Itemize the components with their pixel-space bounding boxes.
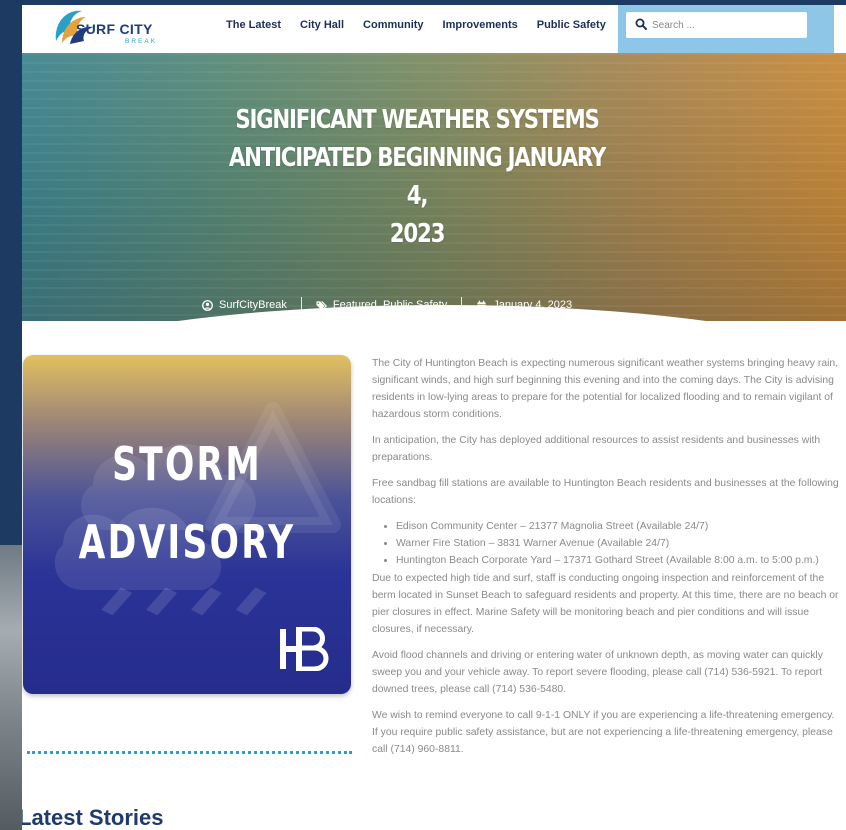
advisory-line-2: ADVISORY bbox=[78, 515, 296, 569]
logo-wordmark: SURF CITY bbox=[76, 21, 153, 37]
advisory-line-1: STORM bbox=[112, 437, 262, 491]
site-header: SURF CITY BREAK The Latest City Hall Com… bbox=[22, 5, 846, 53]
logo-subtext: BREAK bbox=[125, 38, 158, 45]
list-item: Huntington Beach Corporate Yard – 17371 … bbox=[396, 552, 842, 569]
nav-city-hall[interactable]: City Hall bbox=[300, 19, 344, 31]
post-title-line-2: ANTICIPATED BEGINNING JANUARY 4, bbox=[228, 143, 606, 211]
featured-image-storm-advisory: STORM ADVISORY bbox=[23, 355, 351, 694]
background-photo-strip bbox=[0, 545, 22, 830]
post-author[interactable]: SurfCityBreak bbox=[202, 299, 287, 311]
user-circle-icon bbox=[202, 299, 213, 311]
nav-the-latest[interactable]: The Latest bbox=[226, 19, 281, 31]
article-paragraph: We wish to remind everyone to call 9-1-1… bbox=[372, 710, 835, 755]
hero-banner: SIGNIFICANT WEATHER SYSTEMS ANTICIPATED … bbox=[22, 53, 846, 321]
list-item: Edison Community Center – 21377 Magnolia… bbox=[396, 518, 842, 535]
post-author-name: SurfCityBreak bbox=[219, 299, 287, 311]
article-body: The City of Huntington Beach is expectin… bbox=[372, 355, 842, 767]
search-box bbox=[626, 12, 807, 38]
list-item: Warner Fire Station – 3831 Warner Avenue… bbox=[396, 535, 842, 552]
sandbag-locations-list: Edison Community Center – 21377 Magnolia… bbox=[396, 518, 842, 569]
post-title-line-1: SIGNIFICANT WEATHER SYSTEMS bbox=[235, 105, 600, 135]
article-paragraph: The City of Huntington Beach is expectin… bbox=[372, 358, 839, 420]
section-divider bbox=[27, 751, 352, 754]
search-bar bbox=[618, 5, 834, 53]
article-paragraph: Avoid flood channels and driving or ente… bbox=[372, 650, 823, 695]
latest-stories-heading: Latest Stories bbox=[22, 805, 164, 830]
article-paragraph: In anticipation, the City has deployed a… bbox=[372, 435, 821, 463]
nav-public-safety[interactable]: Public Safety bbox=[537, 19, 606, 31]
search-icon[interactable] bbox=[635, 18, 647, 30]
main-nav: The Latest City Hall Community Improveme… bbox=[226, 19, 625, 31]
search-input[interactable] bbox=[652, 15, 802, 35]
nav-community[interactable]: Community bbox=[363, 19, 424, 31]
page: SURF CITY BREAK The Latest City Hall Com… bbox=[22, 5, 846, 830]
site-logo[interactable]: SURF CITY BREAK bbox=[52, 7, 162, 49]
article-paragraph: Free sandbag fill stations are available… bbox=[372, 478, 839, 506]
nav-improvements[interactable]: Improvements bbox=[443, 19, 518, 31]
post-title-line-3: 2023 bbox=[389, 219, 446, 249]
hb-logo-icon bbox=[280, 627, 329, 671]
post-title: SIGNIFICANT WEATHER SYSTEMS ANTICIPATED … bbox=[216, 101, 618, 253]
article-paragraph: Due to expected high tide and surf, staf… bbox=[372, 573, 839, 635]
